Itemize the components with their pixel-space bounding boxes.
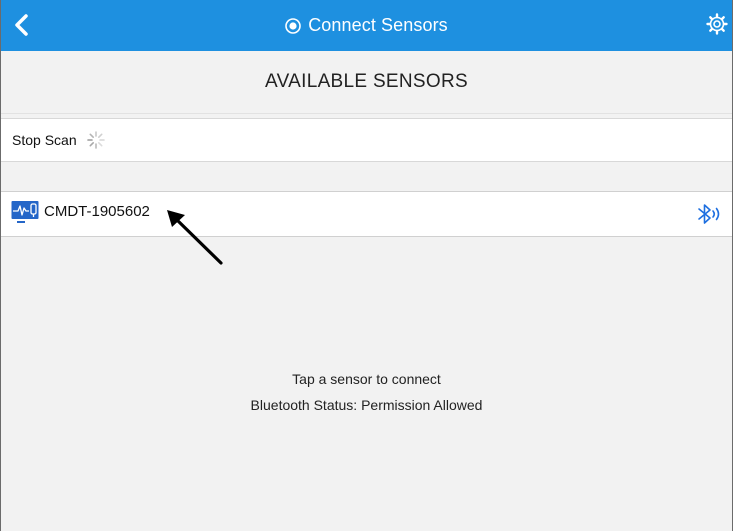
bluetooth-signal-icon (698, 204, 720, 224)
app-window: Connect Sensors AVAILABLE SENSORS Stop S… (0, 0, 733, 531)
sensor-waveform-icon (11, 200, 39, 223)
gear-icon (706, 13, 728, 35)
page-title: Connect Sensors (308, 15, 448, 35)
section-header: AVAILABLE SENSORS (1, 51, 732, 114)
bluetooth-status: Bluetooth Status: Permission Allowed (250, 397, 483, 413)
settings-button[interactable] (706, 13, 728, 35)
sensor-name: CMDT-1905602 (44, 202, 150, 220)
annotation-arrow-icon (167, 210, 223, 265)
target-icon (285, 17, 302, 34)
navigation-bar: Connect Sensors (1, 0, 732, 51)
connect-hint: Tap a sensor to connect (292, 371, 441, 387)
section-title: AVAILABLE SENSORS (265, 71, 468, 92)
sensor-list-item[interactable]: CMDT-1905602 (1, 191, 732, 237)
nav-title-group: Connect Sensors (1, 0, 732, 51)
spinner-icon (86, 131, 105, 149)
stop-scan-button[interactable]: Stop Scan (1, 118, 732, 162)
info-panel: Tap a sensor to connect Bluetooth Status… (1, 366, 732, 418)
stop-scan-label: Stop Scan (12, 132, 77, 148)
